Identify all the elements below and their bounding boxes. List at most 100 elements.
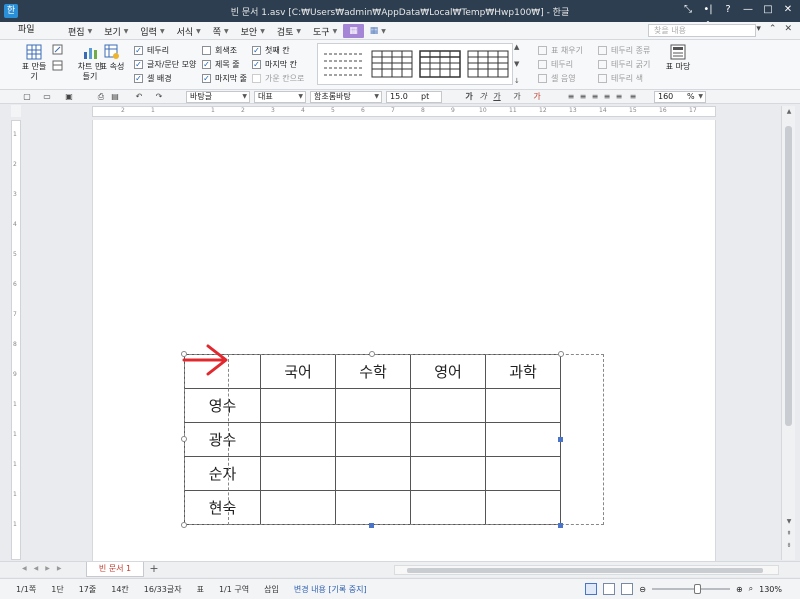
bold-icon[interactable]: 가 — [464, 92, 474, 102]
zoom-level[interactable]: 130% — [759, 585, 782, 594]
table-cell[interactable] — [410, 490, 486, 525]
tab-document-1[interactable]: 빈 문서 1 — [86, 562, 144, 577]
undo-icon[interactable]: ↶ — [134, 92, 144, 102]
menu-tools[interactable]: 도구 ▼ — [307, 25, 343, 38]
table-row-label[interactable]: 현숙 — [184, 490, 261, 525]
new-doc-icon[interactable]: ▢ — [22, 92, 32, 102]
next-tab-icon[interactable]: ▶ — [45, 565, 50, 572]
horizontal-ruler[interactable]: 21 12 34 56 78 9 10 11 12 13 14 15 16 17 — [92, 106, 716, 117]
resize-handle[interactable] — [181, 436, 187, 442]
table-cell[interactable] — [335, 456, 411, 491]
scroll-thumb[interactable] — [785, 126, 792, 426]
view-full-button[interactable] — [621, 583, 634, 595]
open-folder-icon[interactable]: ▭ — [42, 92, 52, 102]
table-header-cell[interactable]: 과학 — [485, 354, 561, 389]
chevron-down-icon[interactable]: ▼ — [784, 518, 794, 525]
zoom-input[interactable]: 160% ▼ — [654, 91, 706, 103]
close-doc-icon[interactable]: ✕ — [784, 24, 792, 34]
zoom-slider[interactable] — [651, 583, 730, 595]
table-style-grid-3[interactable] — [466, 49, 510, 79]
resize-handle[interactable] — [181, 522, 187, 528]
resize-handle[interactable] — [558, 351, 564, 357]
status-track-changes[interactable]: 변경 내용 [기록 중지] — [294, 584, 367, 595]
chevron-up-icon[interactable]: ▲ — [784, 108, 794, 115]
table-properties-button[interactable]: 표 속성 — [98, 44, 126, 72]
vertical-scrollbar[interactable]: ▲ ▼ ⇞ ⇟ — [781, 106, 795, 560]
table-cell[interactable] — [260, 388, 336, 423]
save-icon[interactable]: ▣ — [64, 92, 74, 102]
align-justify-icon[interactable]: ≡ — [566, 92, 576, 102]
options-icon[interactable]: •|• — [702, 3, 714, 29]
font-color-icon[interactable]: 가 — [532, 92, 542, 102]
next-page-icon[interactable]: ⇟ — [784, 542, 794, 549]
maximize-button[interactable]: □ — [762, 3, 774, 17]
zoom-search-icon[interactable]: ⌕ — [749, 584, 753, 594]
chevron-up-icon[interactable]: ▲ — [514, 43, 524, 51]
table-cell[interactable] — [335, 490, 411, 525]
table-cell[interactable] — [260, 422, 336, 457]
first-tab-icon[interactable]: ◀ — [22, 565, 27, 572]
grade-table[interactable]: 국어 수학 영어 과학 영수 광수 순자 현숙 — [184, 354, 561, 525]
prev-tab-icon[interactable]: ◀ — [34, 565, 39, 572]
restore-icon[interactable]: ⌃ — [769, 24, 777, 34]
check-last-column[interactable]: ✓ 마지막 칸 — [252, 58, 297, 70]
check-last-row[interactable]: ✓ 마지막 줄 — [202, 72, 247, 84]
table-style-grid-1[interactable] — [370, 49, 414, 79]
underline-icon[interactable]: 가 — [492, 92, 502, 102]
close-button[interactable]: ✕ — [782, 3, 794, 17]
print-icon[interactable]: ⎙ — [96, 92, 106, 102]
zoom-slider-knob[interactable] — [693, 584, 701, 594]
table-row-label[interactable]: 광수 — [184, 422, 261, 457]
table-cell[interactable] — [410, 388, 486, 423]
status-insert[interactable]: 삽입 — [264, 584, 279, 595]
resize-handle[interactable] — [558, 437, 563, 442]
language-select[interactable]: 대표 ▼ — [254, 91, 306, 103]
strike-icon[interactable]: 가 — [512, 92, 522, 102]
menu-view[interactable]: 보기 ▼ — [98, 25, 134, 38]
table-style-grid-2[interactable] — [418, 49, 462, 79]
zoom-in-icon[interactable]: ⊕ — [736, 585, 743, 594]
create-table-button[interactable]: 표 만들기 — [20, 44, 48, 82]
check-borders[interactable]: ✓ 테두리 — [134, 44, 169, 56]
gallery-scroll[interactable]: ▲ ▼ ↓ — [514, 43, 524, 85]
view-web-button[interactable] — [603, 583, 616, 595]
chevron-down-icon[interactable]: ▾ — [756, 24, 761, 34]
font-select[interactable]: 함초롬바탕 ▼ — [310, 91, 382, 103]
check-grayscale[interactable]: 회색조 — [202, 44, 237, 56]
menu-security[interactable]: 보안 ▼ — [235, 25, 271, 38]
table-row-label[interactable]: 순자 — [184, 456, 261, 491]
minimize-button[interactable]: — — [742, 3, 754, 17]
menu-insert[interactable]: 입력 ▼ — [134, 25, 170, 38]
add-tab-button[interactable]: + — [148, 563, 160, 576]
menu-page[interactable]: 쪽 ▼ — [207, 25, 235, 38]
search-input[interactable]: 찾을 내용 — [648, 24, 756, 37]
vertical-ruler[interactable]: 12 34 56 78 91 11 11 — [11, 120, 21, 560]
check-header-row[interactable]: ✓ 제목 줄 — [202, 58, 240, 70]
italic-icon[interactable]: 가 — [478, 92, 488, 102]
table-cell[interactable] — [485, 456, 561, 491]
check-char-para-shape[interactable]: ✓ 글자/문단 모양 — [134, 58, 196, 70]
check-cell-background[interactable]: ✓ 셀 배경 — [134, 72, 172, 84]
table-cell[interactable] — [260, 490, 336, 525]
table-cell[interactable] — [485, 422, 561, 457]
menu-format[interactable]: 서식 ▼ — [171, 25, 207, 38]
align-split-icon[interactable]: ≡ — [628, 92, 638, 102]
table-cell[interactable] — [335, 388, 411, 423]
menu-edit[interactable]: 편집 ▼ — [62, 25, 98, 38]
horizontal-scrollbar[interactable] — [394, 565, 779, 575]
scroll-thumb[interactable] — [407, 568, 763, 573]
menu-review[interactable]: 검토 ▼ — [271, 25, 307, 38]
edit-cell-icon[interactable] — [52, 44, 63, 55]
prev-page-icon[interactable]: ⇞ — [784, 530, 794, 537]
table-cell[interactable] — [485, 490, 561, 525]
table-header-cell[interactable]: 영어 — [410, 354, 486, 389]
redo-icon[interactable]: ↷ — [154, 92, 164, 102]
view-normal-button[interactable] — [585, 583, 598, 595]
align-left-icon[interactable]: ≡ — [578, 92, 588, 102]
align-right-icon[interactable]: ≡ — [602, 92, 612, 102]
table-cell[interactable] — [485, 388, 561, 423]
table-gallery-button[interactable]: 표 마당 — [664, 44, 692, 72]
last-tab-icon[interactable]: ▶ — [57, 565, 62, 572]
check-first-column[interactable]: ✓ 첫째 칸 — [252, 44, 290, 56]
expand-gallery-icon[interactable]: ↓ — [514, 77, 524, 85]
